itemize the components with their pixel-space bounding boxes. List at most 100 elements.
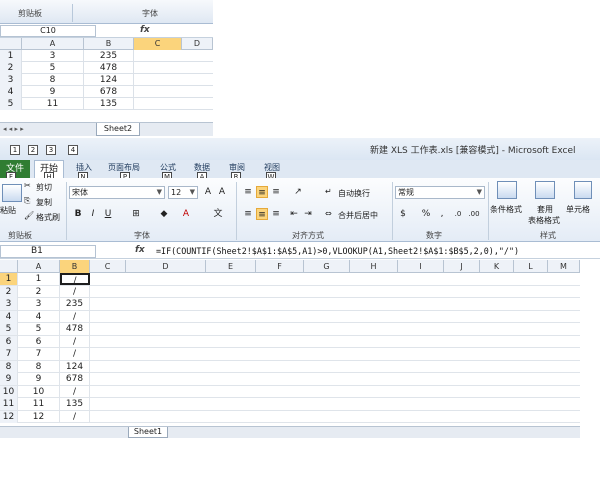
cell-b[interactable]: 124 xyxy=(84,74,134,86)
merge-center-icon[interactable]: ⇔ xyxy=(325,209,332,218)
number-format-select[interactable]: 常规 ▼ xyxy=(395,186,485,199)
row-header[interactable]: 7 xyxy=(0,348,18,360)
col-header-e[interactable]: E xyxy=(206,260,256,273)
cell-a[interactable]: 8 xyxy=(22,74,84,86)
col-header-c[interactable]: C xyxy=(90,260,126,273)
cell-b[interactable]: / xyxy=(60,410,90,423)
sheet-nav-icon[interactable]: ◂ ◂ ▸ ▸ xyxy=(3,125,24,133)
fx-icon[interactable]: fx xyxy=(140,25,150,35)
format-table-button-top[interactable]: 套用 xyxy=(537,204,553,215)
row-header[interactable]: 5 xyxy=(0,323,18,335)
paste-icon[interactable] xyxy=(2,184,22,202)
increase-indent-icon[interactable]: ⇥ xyxy=(302,208,314,220)
italic-button[interactable]: I xyxy=(87,208,99,220)
conditional-format-icon[interactable] xyxy=(497,181,517,199)
cell-b[interactable]: / xyxy=(60,348,90,360)
cell-b[interactable]: 478 xyxy=(84,62,134,74)
wrap-text-button[interactable]: 自动换行 xyxy=(338,188,370,199)
cell-a[interactable]: 3 xyxy=(18,298,60,310)
tab-sheet1[interactable]: Sheet1 xyxy=(128,427,168,438)
cell-b[interactable]: 678 xyxy=(60,373,90,385)
col-header-j[interactable]: J xyxy=(444,260,480,273)
align-bottom-icon[interactable]: ≡ xyxy=(270,186,282,198)
row-header[interactable]: 3 xyxy=(0,74,22,86)
format-painter-icon[interactable]: 🖌 xyxy=(24,211,34,220)
row-header[interactable]: 6 xyxy=(0,335,18,348)
cell-b[interactable]: 124 xyxy=(60,360,90,373)
cell-b[interactable]: / xyxy=(60,310,90,323)
cell-a[interactable]: 5 xyxy=(18,323,60,335)
comma-icon[interactable]: , xyxy=(436,208,448,220)
currency-icon[interactable]: $ xyxy=(397,208,409,220)
col-header-b[interactable]: B xyxy=(60,260,90,273)
select-all-corner[interactable] xyxy=(0,260,18,273)
row-header[interactable]: 4 xyxy=(0,86,22,98)
row-header[interactable]: 2 xyxy=(0,62,22,74)
cell-a[interactable]: 3 xyxy=(22,50,84,62)
cell-b[interactable]: 235 xyxy=(84,50,134,62)
top-col-header-b[interactable]: B xyxy=(84,38,134,50)
align-middle-icon[interactable]: ≡ xyxy=(256,186,268,198)
format-table-icon[interactable] xyxy=(535,181,555,199)
bold-button[interactable]: B xyxy=(72,208,84,220)
cell-a[interactable]: 11 xyxy=(18,398,60,410)
font-size-select[interactable]: 12 ▼ xyxy=(168,186,198,199)
row-header[interactable]: 2 xyxy=(0,285,18,298)
top-col-header-d[interactable]: D xyxy=(182,38,213,50)
row-header[interactable]: 12 xyxy=(0,410,18,423)
cell-b[interactable]: / xyxy=(60,385,90,398)
top-col-header-c[interactable]: C xyxy=(134,38,182,50)
shrink-font-icon[interactable]: A xyxy=(216,186,228,198)
row-header[interactable]: 9 xyxy=(0,373,18,385)
row-header[interactable]: 8 xyxy=(0,360,18,373)
borders-icon[interactable]: ⊞ xyxy=(130,208,142,220)
cell-a[interactable]: 7 xyxy=(18,348,60,360)
increase-decimal-icon[interactable]: .0 xyxy=(452,208,464,220)
phonetic-icon[interactable]: 文 xyxy=(212,208,224,220)
decrease-indent-icon[interactable]: ⇤ xyxy=(288,208,300,220)
orientation-icon[interactable]: ↗ xyxy=(292,186,304,198)
percent-icon[interactable]: % xyxy=(420,208,432,220)
row-header[interactable]: 1 xyxy=(0,273,18,285)
col-header-g[interactable]: G xyxy=(304,260,350,273)
format-painter-button[interactable]: 格式刷 xyxy=(36,212,60,223)
align-left-icon[interactable]: ≡ xyxy=(242,208,254,220)
font-name-select[interactable]: 宋体 ▼ xyxy=(69,186,165,199)
cell-b[interactable]: 135 xyxy=(60,398,90,410)
col-header-h[interactable]: H xyxy=(350,260,398,273)
align-top-icon[interactable]: ≡ xyxy=(242,186,254,198)
format-table-button-bottom[interactable]: 表格格式 xyxy=(528,215,560,226)
cell-styles-button[interactable]: 单元格 xyxy=(566,204,590,215)
col-header-m[interactable]: M xyxy=(548,260,580,273)
cut-icon[interactable]: ✂ xyxy=(24,181,31,190)
cell-a[interactable]: 6 xyxy=(18,335,60,348)
col-header-a[interactable]: A xyxy=(18,260,60,273)
tab-sheet2[interactable]: Sheet2 xyxy=(96,123,140,136)
cell-a[interactable]: 2 xyxy=(18,285,60,298)
fill-color-icon[interactable]: ◆ xyxy=(158,208,170,220)
cell-a[interactable]: 11 xyxy=(22,98,84,110)
active-cell-b[interactable]: / xyxy=(60,273,90,286)
row-header[interactable]: 1 xyxy=(0,50,22,62)
fx-icon[interactable]: fx xyxy=(135,245,145,255)
conditional-format-button[interactable]: 条件格式 xyxy=(490,204,522,215)
row-header[interactable]: 11 xyxy=(0,398,18,410)
cell-b[interactable]: 678 xyxy=(84,86,134,98)
cut-button[interactable]: 剪切 xyxy=(36,182,52,193)
cell-b[interactable]: 478 xyxy=(60,323,90,335)
cell-a[interactable]: 10 xyxy=(18,385,60,398)
formula-input[interactable]: =IF(COUNTIF(Sheet2!$A$1:$A$5,A1)>0,VLOOK… xyxy=(156,245,519,257)
cell-a[interactable]: 9 xyxy=(22,86,84,98)
col-header-k[interactable]: K xyxy=(480,260,514,273)
col-header-d[interactable]: D xyxy=(126,260,206,273)
top-col-header-a[interactable]: A xyxy=(22,38,84,50)
select-all-corner[interactable] xyxy=(0,38,22,50)
font-color-icon[interactable]: A xyxy=(180,208,192,220)
row-header[interactable]: 5 xyxy=(0,98,22,110)
cell-a[interactable]: 5 xyxy=(22,62,84,74)
align-center-icon[interactable]: ≡ xyxy=(256,208,268,220)
col-header-i[interactable]: I xyxy=(398,260,444,273)
copy-button[interactable]: 复制 xyxy=(36,197,52,208)
cell-a[interactable]: 4 xyxy=(18,310,60,323)
cell-a[interactable]: 9 xyxy=(18,373,60,385)
